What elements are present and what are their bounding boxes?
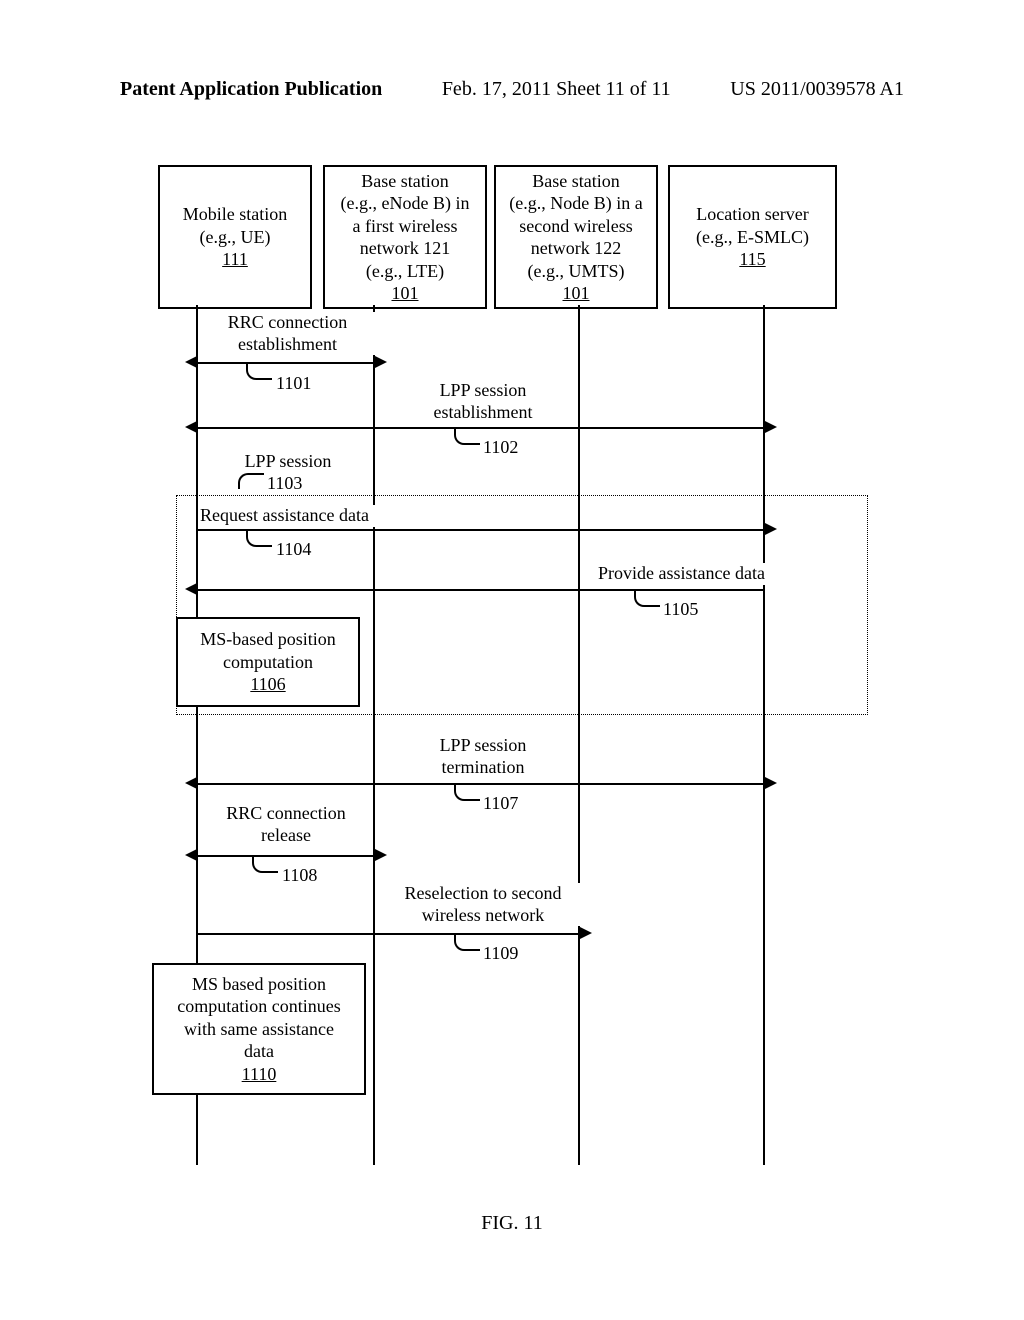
header-left: Patent Application Publication [120, 78, 382, 101]
sequence-diagram: Mobile station (e.g., UE) 111 Base stati… [158, 165, 872, 1165]
arrow-head-right-icon [765, 523, 777, 535]
arrow-head-left-icon [185, 849, 197, 861]
arrow-head-right-icon [765, 421, 777, 433]
lifeline-ls [763, 305, 765, 1165]
ref-1104: 1104 [276, 539, 311, 560]
label-rrc-release: RRC connection release [206, 803, 366, 846]
lead-1103 [238, 473, 264, 489]
actor-base-station-second: Base station (e.g., Node B) in a second … [494, 165, 658, 309]
ref-1105: 1105 [663, 599, 698, 620]
lifeline-bs1 [373, 305, 375, 1165]
arrow-lpp-term [196, 783, 765, 785]
lead-1104 [246, 531, 272, 547]
ref-1109: 1109 [483, 943, 518, 964]
lifeline-bs2 [578, 305, 580, 1165]
arrow-reselection [196, 933, 580, 935]
label-lpp-term: LPP session termination [403, 735, 563, 778]
arrow-provide-ad [196, 589, 765, 591]
lead-1108 [252, 857, 278, 873]
arrow-head-right-icon [765, 777, 777, 789]
arrow-head-right-icon [375, 849, 387, 861]
actor-mobile-station: Mobile station (e.g., UE) 111 [158, 165, 312, 309]
arrow-head-right-icon [375, 356, 387, 368]
label-rrc-est: RRC connection establishment [200, 312, 375, 355]
lead-1101 [246, 364, 272, 380]
label-lpp-session: LPP session [228, 451, 348, 473]
arrow-head-left-icon [185, 583, 197, 595]
lead-1107 [454, 785, 480, 801]
label-request-ad: Request assistance data [200, 505, 400, 527]
ref-1102: 1102 [483, 437, 518, 458]
ref-1107: 1107 [483, 793, 518, 814]
arrow-head-left-icon [185, 777, 197, 789]
header-middle: Feb. 17, 2011 Sheet 11 of 11 [442, 78, 671, 101]
arrow-head-left-icon [185, 421, 197, 433]
page-header: Patent Application Publication Feb. 17, … [120, 78, 904, 101]
label-lpp-est: LPP session establishment [403, 380, 563, 423]
arrow-head-right-icon [580, 927, 592, 939]
ref-1101: 1101 [276, 373, 311, 394]
arrow-head-left-icon [185, 356, 197, 368]
actor-base-station-first: Base station (e.g., eNode B) in a first … [323, 165, 487, 309]
lead-1105 [634, 591, 660, 607]
arrow-request-ad [196, 529, 765, 531]
lead-1109 [454, 935, 480, 951]
header-right: US 2011/0039578 A1 [730, 78, 904, 101]
lead-1102 [454, 429, 480, 445]
arrow-lpp-est [196, 427, 765, 429]
label-reselection: Reselection to second wireless network [383, 883, 583, 926]
ref-1108: 1108 [282, 865, 317, 886]
actor-location-server: Location server (e.g., E-SMLC) 115 [668, 165, 837, 309]
arrow-rrc-release [196, 855, 375, 857]
box-ms-position-continues: MS based position computation continues … [152, 963, 366, 1095]
box-ms-position-computation: MS-based position computation 1106 [176, 617, 360, 707]
arrow-rrc-est [196, 362, 375, 364]
figure-caption: FIG. 11 [0, 1212, 1024, 1235]
ref-1103: 1103 [267, 473, 302, 494]
label-provide-ad: Provide assistance data [598, 563, 814, 585]
